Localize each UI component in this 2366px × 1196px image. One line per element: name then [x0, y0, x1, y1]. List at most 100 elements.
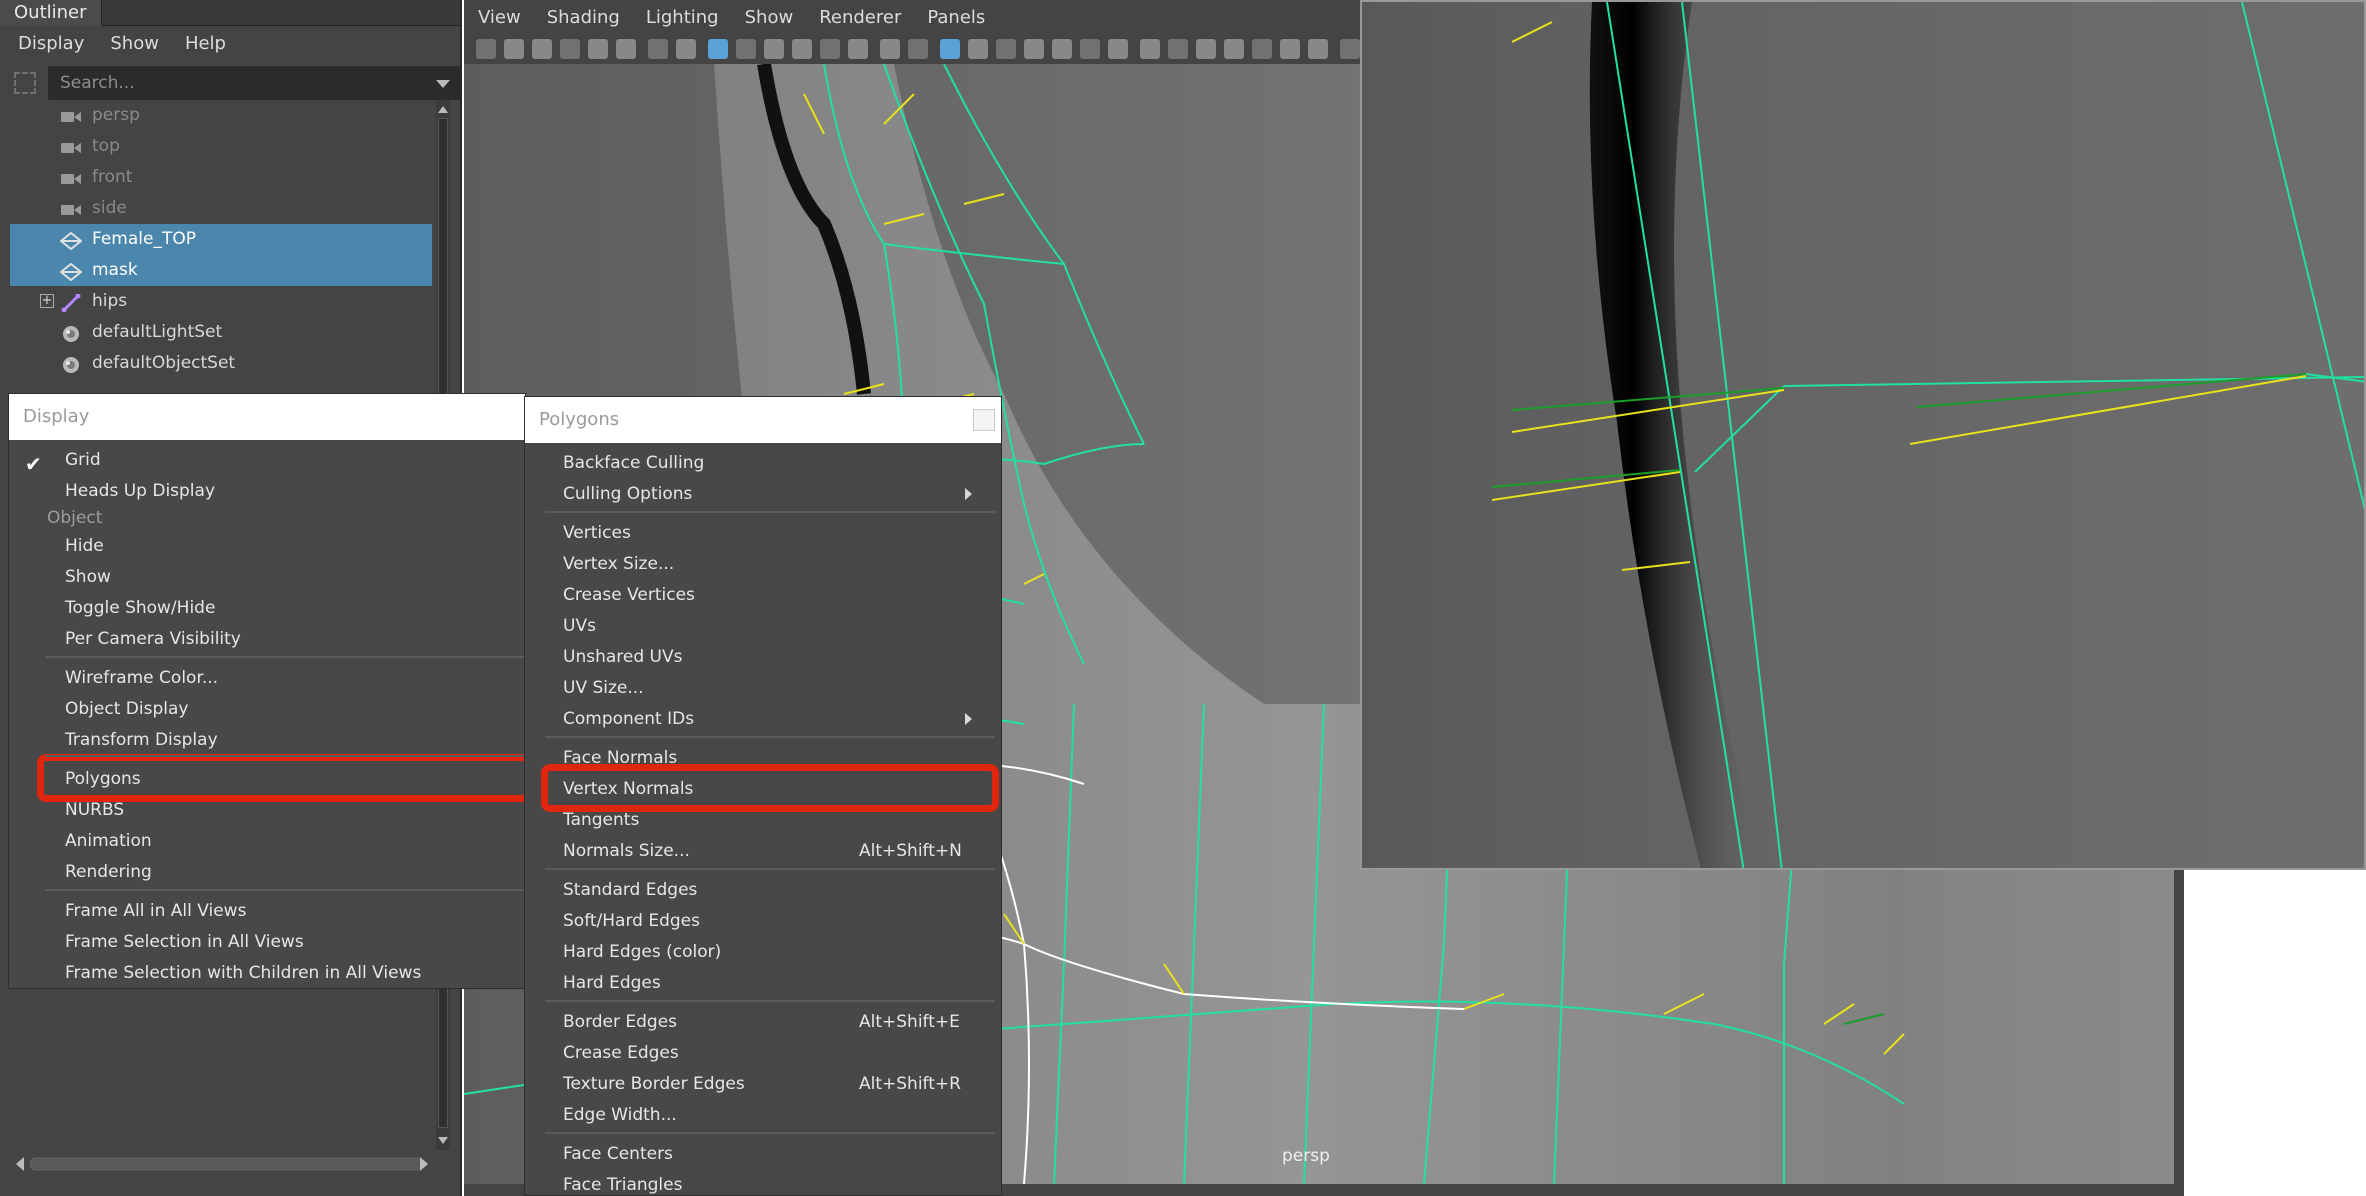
- viewport-toolbar-button-icon[interactable]: [1340, 39, 1360, 59]
- outliner-search: Search...: [10, 66, 460, 100]
- viewport-toolbar-button-icon[interactable]: [792, 39, 812, 59]
- viewport-toolbar-button-icon[interactable]: [1024, 39, 1044, 59]
- polygons-menu-item-uvs[interactable]: UVs: [525, 611, 1001, 642]
- display-menu-item-frame-selection-with-children-in-all-views[interactable]: Frame Selection with Children in All Vie…: [9, 958, 525, 989]
- polygons-menu-item-texture-border-edges[interactable]: Texture Border Edges Alt+Shift+R: [525, 1069, 1001, 1100]
- outliner-item-front[interactable]: front: [10, 162, 432, 193]
- viewport-toolbar-button-icon[interactable]: [996, 39, 1016, 59]
- viewport-toolbar-button-icon[interactable]: [648, 39, 668, 59]
- polygons-menu-item-uv-size[interactable]: UV Size...: [525, 673, 1001, 704]
- expand-icon[interactable]: +: [40, 294, 54, 308]
- display-menu-item-toggle-show-hide[interactable]: Toggle Show/Hide: [9, 593, 525, 624]
- display-menu-item-frame-all-in-all-views[interactable]: Frame All in All Views: [9, 896, 525, 927]
- scroll-down-arrow-icon[interactable]: [436, 1134, 450, 1148]
- viewport-toolbar-button-icon[interactable]: [764, 39, 784, 59]
- outliner-item-top[interactable]: top: [10, 131, 432, 162]
- outliner-item-mask[interactable]: mask: [10, 255, 432, 286]
- viewport-toolbar-button-icon[interactable]: [1280, 39, 1300, 59]
- polygons-menu-item-culling-options[interactable]: Culling Options: [525, 479, 1001, 510]
- viewport-toolbar-button-icon[interactable]: [848, 39, 868, 59]
- display-menu-item-rendering[interactable]: Rendering: [9, 857, 525, 888]
- display-menu-item-show[interactable]: Show: [9, 562, 525, 593]
- viewport-toolbar-button-icon[interactable]: [1108, 39, 1128, 59]
- outliner-item-label: hips: [92, 291, 128, 311]
- viewport-menu-show[interactable]: Show: [745, 7, 794, 28]
- outliner-horizontal-scrollbar[interactable]: [10, 1152, 430, 1176]
- polygons-menu-item-vertices[interactable]: Vertices: [525, 518, 1001, 549]
- display-menu-item-object-display[interactable]: Object Display: [9, 694, 525, 725]
- viewport-toolbar-button-icon[interactable]: [1224, 39, 1244, 59]
- polygons-menu-item-unshared-uvs[interactable]: Unshared UVs: [525, 642, 1001, 673]
- outliner-item-hips[interactable]: + hips: [10, 286, 432, 317]
- display-menu-item-animation[interactable]: Animation: [9, 826, 525, 857]
- viewport-toolbar-button-icon[interactable]: [880, 39, 900, 59]
- search-placeholder: Search...: [60, 73, 135, 93]
- viewport-toolbar-button-icon[interactable]: [1308, 39, 1328, 59]
- polygons-menu-item-component-ids[interactable]: Component IDs: [525, 704, 1001, 735]
- menu-item-label: Texture Border Edges: [563, 1074, 745, 1094]
- viewport-toolbar-button-icon[interactable]: [616, 39, 636, 59]
- outliner-title[interactable]: Outliner: [0, 0, 102, 26]
- viewport-toolbar-button-icon[interactable]: [532, 39, 552, 59]
- polygons-menu-item-backface-culling[interactable]: Backface Culling: [525, 448, 1001, 479]
- viewport-menu-view[interactable]: View: [478, 7, 521, 28]
- polygons-menu-item-face-triangles[interactable]: Face Triangles: [525, 1170, 1001, 1196]
- outliner-item-side[interactable]: side: [10, 193, 432, 224]
- outliner-item-female_top[interactable]: Female_TOP: [10, 224, 432, 255]
- search-dropdown-arrow-icon[interactable]: [436, 80, 450, 88]
- viewport-toolbar-button-icon[interactable]: [736, 39, 756, 59]
- viewport-toolbar-button-icon[interactable]: [676, 39, 696, 59]
- polygons-menu-item-hard-edges-color[interactable]: Hard Edges (color): [525, 937, 1001, 968]
- polygons-menu-item-vertex-size[interactable]: Vertex Size...: [525, 549, 1001, 580]
- display-menu-item-grid[interactable]: ✔ Grid: [9, 445, 525, 476]
- outliner-menu-show[interactable]: Show: [110, 33, 159, 54]
- polygons-menu-item-crease-edges[interactable]: Crease Edges: [525, 1038, 1001, 1069]
- viewport-toolbar-button-icon[interactable]: [1252, 39, 1272, 59]
- viewport-toolbar-button-icon[interactable]: [504, 39, 524, 59]
- filter-icon[interactable]: [14, 72, 36, 94]
- viewport-toolbar-button-icon[interactable]: [940, 39, 960, 59]
- viewport-menu-shading[interactable]: Shading: [547, 7, 620, 28]
- scroll-up-arrow-icon[interactable]: [436, 102, 450, 116]
- display-menu-item-wireframe-color[interactable]: Wireframe Color...: [9, 663, 525, 694]
- polygons-menu-item-face-centers[interactable]: Face Centers: [525, 1139, 1001, 1170]
- viewport-toolbar-button-icon[interactable]: [1080, 39, 1100, 59]
- polygons-menu-item-normals-size[interactable]: Normals Size... Alt+Shift+N: [525, 836, 1001, 867]
- polygons-menu-item-tangents[interactable]: Tangents: [525, 805, 1001, 836]
- polygons-menu-item-crease-vertices[interactable]: Crease Vertices: [525, 580, 1001, 611]
- viewport-toolbar-button-icon[interactable]: [560, 39, 580, 59]
- viewport-toolbar-button-icon[interactable]: [708, 39, 728, 59]
- viewport-toolbar-button-icon[interactable]: [476, 39, 496, 59]
- viewport-toolbar-button-icon[interactable]: [1196, 39, 1216, 59]
- outliner-menu-display[interactable]: Display: [18, 33, 84, 54]
- polygons-menu-item-standard-edges[interactable]: Standard Edges: [525, 875, 1001, 906]
- display-menu-item-transform-display[interactable]: Transform Display: [9, 725, 525, 756]
- viewport-menu-panels[interactable]: Panels: [927, 7, 985, 28]
- polygons-menu-item-border-edges[interactable]: Border Edges Alt+Shift+E: [525, 1007, 1001, 1038]
- search-input[interactable]: Search...: [48, 66, 460, 100]
- viewport-toolbar-button-icon[interactable]: [1052, 39, 1072, 59]
- viewport-toolbar-button-icon[interactable]: [588, 39, 608, 59]
- outliner-menu-help[interactable]: Help: [185, 33, 226, 54]
- outliner-tab[interactable]: Outliner: [0, 0, 460, 26]
- polygons-menu-item-soft-hard-edges[interactable]: Soft/Hard Edges: [525, 906, 1001, 937]
- menu-item-shortcut: Alt+Shift+N: [859, 841, 962, 861]
- polygons-menu-item-edge-width[interactable]: Edge Width...: [525, 1100, 1001, 1131]
- display-menu-item-hide[interactable]: Hide: [9, 531, 525, 562]
- outliner-item-defaultlightset[interactable]: defaultLightSet: [10, 317, 432, 348]
- outliner-item-defaultobjectset[interactable]: defaultObjectSet: [10, 348, 432, 379]
- viewport-toolbar-button-icon[interactable]: [968, 39, 988, 59]
- viewport-toolbar-button-icon[interactable]: [908, 39, 928, 59]
- display-menu-item-per-camera-visibility[interactable]: Per Camera Visibility: [9, 624, 525, 655]
- viewport-toolbar-button-icon[interactable]: [820, 39, 840, 59]
- display-menu-item-nurbs[interactable]: NURBS: [9, 795, 525, 826]
- viewport-toolbar-button-icon[interactable]: [1168, 39, 1188, 59]
- display-menu-item-frame-selection-in-all-views[interactable]: Frame Selection in All Views: [9, 927, 525, 958]
- outliner-item-persp[interactable]: persp: [10, 100, 432, 131]
- polygons-menu-item-hard-edges[interactable]: Hard Edges: [525, 968, 1001, 999]
- tear-off-icon[interactable]: [973, 409, 995, 431]
- viewport-toolbar-button-icon[interactable]: [1140, 39, 1160, 59]
- viewport-menu-lighting[interactable]: Lighting: [646, 7, 719, 28]
- menu-item-shortcut: Alt+Shift+E: [859, 1012, 960, 1032]
- viewport-menu-renderer[interactable]: Renderer: [819, 7, 901, 28]
